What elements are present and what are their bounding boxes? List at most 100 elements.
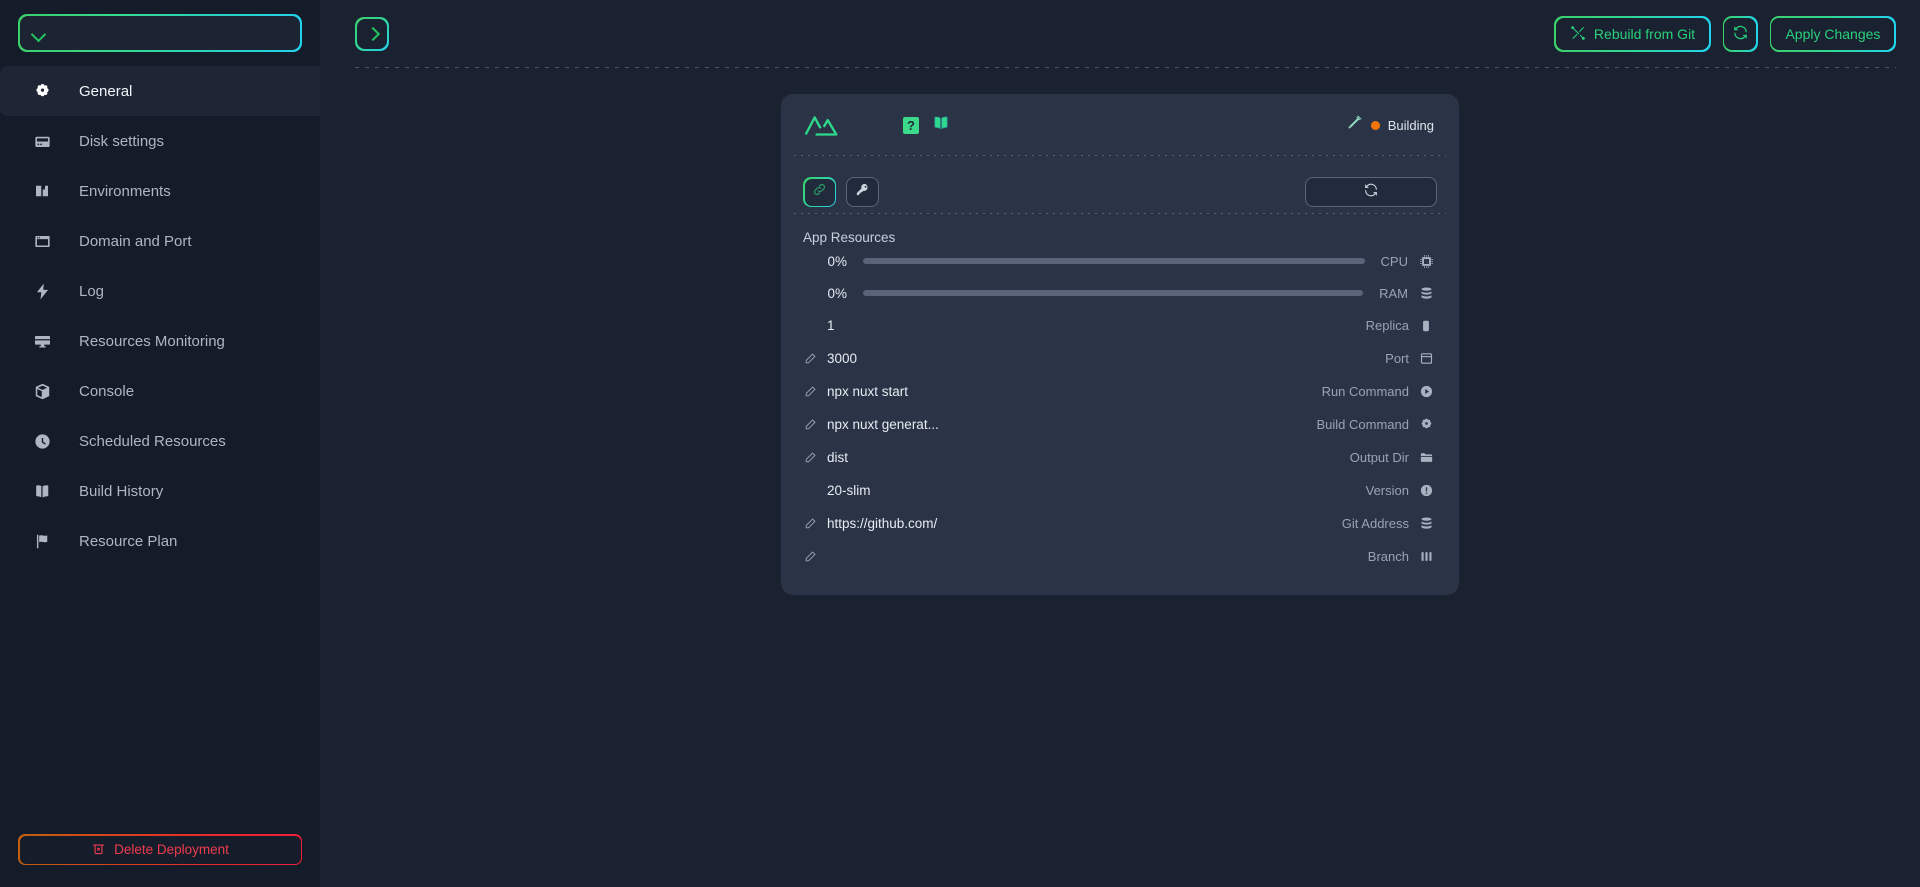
apply-changes-label: Apply Changes <box>1785 26 1881 42</box>
key-button[interactable] <box>846 177 879 207</box>
delete-deployment-button[interactable]: Delete Deployment <box>18 834 302 865</box>
detail-row-build-command: npx nuxt generat... Build Command <box>781 408 1459 441</box>
sidebar-item-log[interactable]: Log <box>0 266 320 316</box>
run-command-value: npx nuxt start <box>827 384 909 399</box>
sidebar-item-domain-and-port[interactable]: Domain and Port <box>0 216 320 266</box>
play-icon <box>1418 384 1434 399</box>
sidebar-item-label: Disk settings <box>79 132 165 150</box>
ram-progress-bar <box>863 290 1364 296</box>
sidebar-item-label: General <box>79 82 133 100</box>
apply-changes-button[interactable]: Apply Changes <box>1769 16 1896 52</box>
book-icon[interactable] <box>932 115 950 136</box>
replica-value: 1 <box>827 318 835 333</box>
sidebar-item-resource-plan[interactable]: Resource Plan <box>0 516 320 566</box>
card-area: ? Building App Resources 0% CPU 0% RAM 1… <box>320 68 1920 595</box>
port-label: Port <box>1385 351 1409 366</box>
card-header-icons: ? <box>903 115 950 136</box>
clock-icon <box>32 431 52 451</box>
link-icon <box>812 182 827 202</box>
delete-deployment-button-inner[interactable]: Delete Deployment <box>19 835 301 864</box>
refresh-icon <box>1363 182 1379 203</box>
sidebar-item-disk-settings[interactable]: Disk settings <box>0 116 320 166</box>
link-button-inner[interactable] <box>804 178 835 206</box>
chevron-down-icon <box>32 29 46 38</box>
gear-icon <box>32 81 52 101</box>
branch-icon <box>1418 549 1434 564</box>
edit-icon[interactable] <box>803 550 819 564</box>
edit-icon[interactable] <box>803 385 819 399</box>
sidebar-item-label: Domain and Port <box>79 232 192 250</box>
sidebar-item-label: Environments <box>79 182 171 200</box>
card-actions <box>781 156 1459 214</box>
card-refresh-button[interactable] <box>1305 177 1437 207</box>
refresh-icon <box>1732 24 1749 44</box>
detail-row-version: 20-slim Version <box>781 474 1459 507</box>
branch-label: Branch <box>1367 549 1409 564</box>
detail-row-output-dir: dist Output Dir <box>781 441 1459 474</box>
tools-icon <box>1570 25 1586 44</box>
flag-icon <box>32 531 52 551</box>
sidebar-toggle-button-inner[interactable] <box>356 18 388 50</box>
ram-label: RAM <box>1379 285 1408 301</box>
book-icon <box>32 481 52 501</box>
rebuild-from-git-button[interactable]: Rebuild from Git <box>1554 16 1711 52</box>
sidebar-item-label: Log <box>79 282 105 300</box>
apply-changes-button-inner[interactable]: Apply Changes <box>1771 18 1895 50</box>
output-dir-value: dist <box>827 450 849 465</box>
cpu-progress-bar <box>863 258 1365 264</box>
hard-drive-icon <box>32 131 52 151</box>
deployment-selector-inner[interactable] <box>19 15 301 51</box>
server-icon <box>1418 516 1434 531</box>
cpu-value: 0% <box>827 253 847 269</box>
app-resources-title: App Resources <box>803 230 896 245</box>
sidebar-item-scheduled-resources[interactable]: Scheduled Resources <box>0 416 320 466</box>
rebuild-from-git-label: Rebuild from Git <box>1593 26 1696 42</box>
sidebar-toggle-button[interactable] <box>355 17 389 51</box>
port-icon <box>1418 351 1434 366</box>
sidebar-item-label: Resources Monitoring <box>79 332 225 350</box>
edit-icon[interactable] <box>803 451 819 465</box>
gear-icon <box>1418 417 1434 432</box>
folder-icon <box>1418 450 1434 465</box>
version-value: 20-slim <box>827 483 871 498</box>
sidebar: General Disk settings Environments Domai… <box>0 0 320 887</box>
detail-row-replica: 1 Replica <box>781 309 1459 342</box>
refresh-button[interactable] <box>1722 16 1758 52</box>
ram-icon <box>1418 286 1434 301</box>
cpu-icon <box>1418 254 1434 269</box>
help-icon[interactable]: ? <box>903 116 919 134</box>
sidebar-item-console[interactable]: Console <box>0 366 320 416</box>
app-root: General Disk settings Environments Domai… <box>0 0 1920 887</box>
edit-icon[interactable] <box>803 418 819 432</box>
nuxt-logo <box>803 112 839 139</box>
main-area: Rebuild from Git Apply Changes ? Buildin… <box>320 0 1920 887</box>
trash-icon <box>91 841 106 859</box>
edit-icon[interactable] <box>803 352 819 366</box>
sidebar-item-environments[interactable]: Environments <box>0 166 320 216</box>
hammer-icon <box>1346 114 1363 136</box>
delete-deployment-label: Delete Deployment <box>114 842 229 857</box>
output-dir-label: Output Dir <box>1349 450 1409 465</box>
refresh-button-inner[interactable] <box>1724 18 1757 50</box>
sidebar-item-label: Build History <box>79 482 164 500</box>
sidebar-item-resources-monitoring[interactable]: Resources Monitoring <box>0 316 320 366</box>
detail-row-run-command: npx nuxt start Run Command <box>781 375 1459 408</box>
card-header: ? Building <box>781 94 1459 156</box>
rebuild-from-git-button-inner[interactable]: Rebuild from Git <box>1555 18 1710 50</box>
deployment-selector[interactable] <box>18 14 302 52</box>
sidebar-nav: General Disk settings Environments Domai… <box>0 66 320 566</box>
key-icon <box>855 182 870 202</box>
detail-row-port: 3000 Port <box>781 342 1459 375</box>
environment-icon <box>32 181 52 201</box>
top-toolbar: Rebuild from Git Apply Changes <box>320 0 1920 68</box>
resource-row-ram: 0% RAM <box>781 277 1459 309</box>
detail-row-branch: Branch <box>781 540 1459 573</box>
git-address-label: Git Address <box>1341 516 1409 531</box>
link-button[interactable] <box>803 177 836 207</box>
sidebar-item-general[interactable]: General <box>0 66 320 116</box>
sidebar-item-label: Scheduled Resources <box>79 432 226 450</box>
sidebar-item-build-history[interactable]: Build History <box>0 466 320 516</box>
card-status: Building <box>1346 114 1434 136</box>
edit-icon[interactable] <box>803 517 819 531</box>
